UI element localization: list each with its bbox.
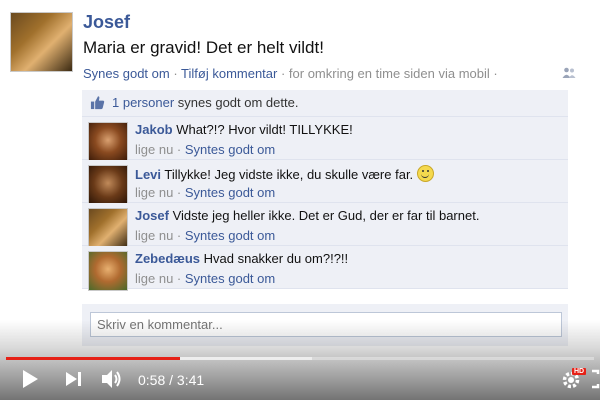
comment-body: Jakob What?!? Hvor vildt! TILLYKKE! [135,122,353,137]
comment-like-link[interactable]: Syntes godt om [185,271,275,286]
comment-time: lige nu [135,271,174,286]
add-comment-link[interactable]: Tilføj kommentar [181,66,277,81]
meta-separator: · [489,66,498,81]
meta-separator: · [173,228,185,243]
volume-icon[interactable] [100,368,124,390]
comment-item: Zebedæus Hvad snakker du om?!?!! lige nu… [82,246,568,291]
meta-separator: · [173,271,185,286]
commenter-avatar[interactable] [88,122,128,162]
hd-badge: HD [572,368,587,375]
comment-body: Zebedæus Hvad snakker du om?!?!! [135,251,348,266]
like-link[interactable]: Synes godt om [83,66,170,81]
comment-meta: lige nu · Syntes godt om [135,271,275,286]
comment-item: Josef Vidste jeg heller ikke. Det er Gud… [82,203,568,248]
comment-meta: lige nu · Syntes godt om [135,228,275,243]
commenter-name[interactable]: Jakob [135,122,173,137]
likes-text: 1 personer synes godt om dette. [112,95,298,110]
commenter-avatar[interactable] [88,251,128,291]
comment-like-link[interactable]: Syntes godt om [185,228,275,243]
commenter-avatar[interactable] [88,208,128,248]
comment-like-link[interactable]: Syntes godt om [185,142,275,157]
commenter-name[interactable]: Josef [135,208,169,223]
time-separator: / [165,372,177,388]
progress-played [6,357,181,360]
comment-body: Levi Tillykke! Jeg vidste ikke, du skull… [135,165,435,182]
time-display: 0:58 / 3:41 [138,372,204,388]
comment-time: lige nu [135,185,174,200]
likes-suffix: synes godt om dette. [174,95,299,110]
fullscreen-icon[interactable] [590,368,600,390]
post-time: for omkring en time siden via mobil [288,66,490,81]
comment-text: What?!? Hvor vildt! TILLYKKE! [172,122,353,137]
commenter-name[interactable]: Zebedæus [135,251,200,266]
next-icon[interactable] [64,370,84,388]
comment-meta: lige nu · Syntes godt om [135,185,275,200]
comment-meta: lige nu · Syntes godt om [135,142,275,157]
comment-time: lige nu [135,142,174,157]
progress-bar[interactable] [6,357,594,360]
comment-item: Levi Tillykke! Jeg vidste ikke, du skull… [82,160,568,205]
likes-summary: 1 personer synes godt om dette. [82,90,568,117]
meta-separator: · [169,66,182,81]
duration: 3:41 [176,372,205,388]
comment-text: Vidste jeg heller ikke. Det er Gud, der … [168,208,480,223]
comment-item: Jakob What?!? Hvor vildt! TILLYKKE! lige… [82,117,568,162]
play-icon[interactable] [20,368,40,390]
comment-text: Hvad snakker du om?!?!! [200,251,349,266]
thumbs-up-icon [90,96,105,110]
comment-time: lige nu [135,228,174,243]
meta-separator: · [173,185,185,200]
commenter-avatar[interactable] [88,165,128,205]
post-author-name[interactable]: Josef [83,12,130,33]
comment-like-link[interactable]: Syntes godt om [185,185,275,200]
post-meta: Synes godt om · Tilføj kommentar · for o… [83,66,498,81]
player-controls-gradient [0,320,600,400]
friends-audience-icon[interactable] [562,67,576,79]
commenter-name[interactable]: Levi [135,167,161,182]
comment-text: Tillykke! Jeg vidste ikke, du skulle vær… [161,167,414,182]
meta-separator: · [277,66,289,81]
meta-separator: · [173,142,185,157]
likes-count-link[interactable]: 1 personer [112,95,174,110]
post-status-text: Maria er gravid! Det er helt vildt! [83,38,324,57]
author-avatar[interactable] [10,12,73,72]
comment-body: Josef Vidste jeg heller ikke. Det er Gud… [135,208,479,223]
current-time: 0:58 [138,372,166,388]
smiley-emoji-icon [417,165,435,182]
